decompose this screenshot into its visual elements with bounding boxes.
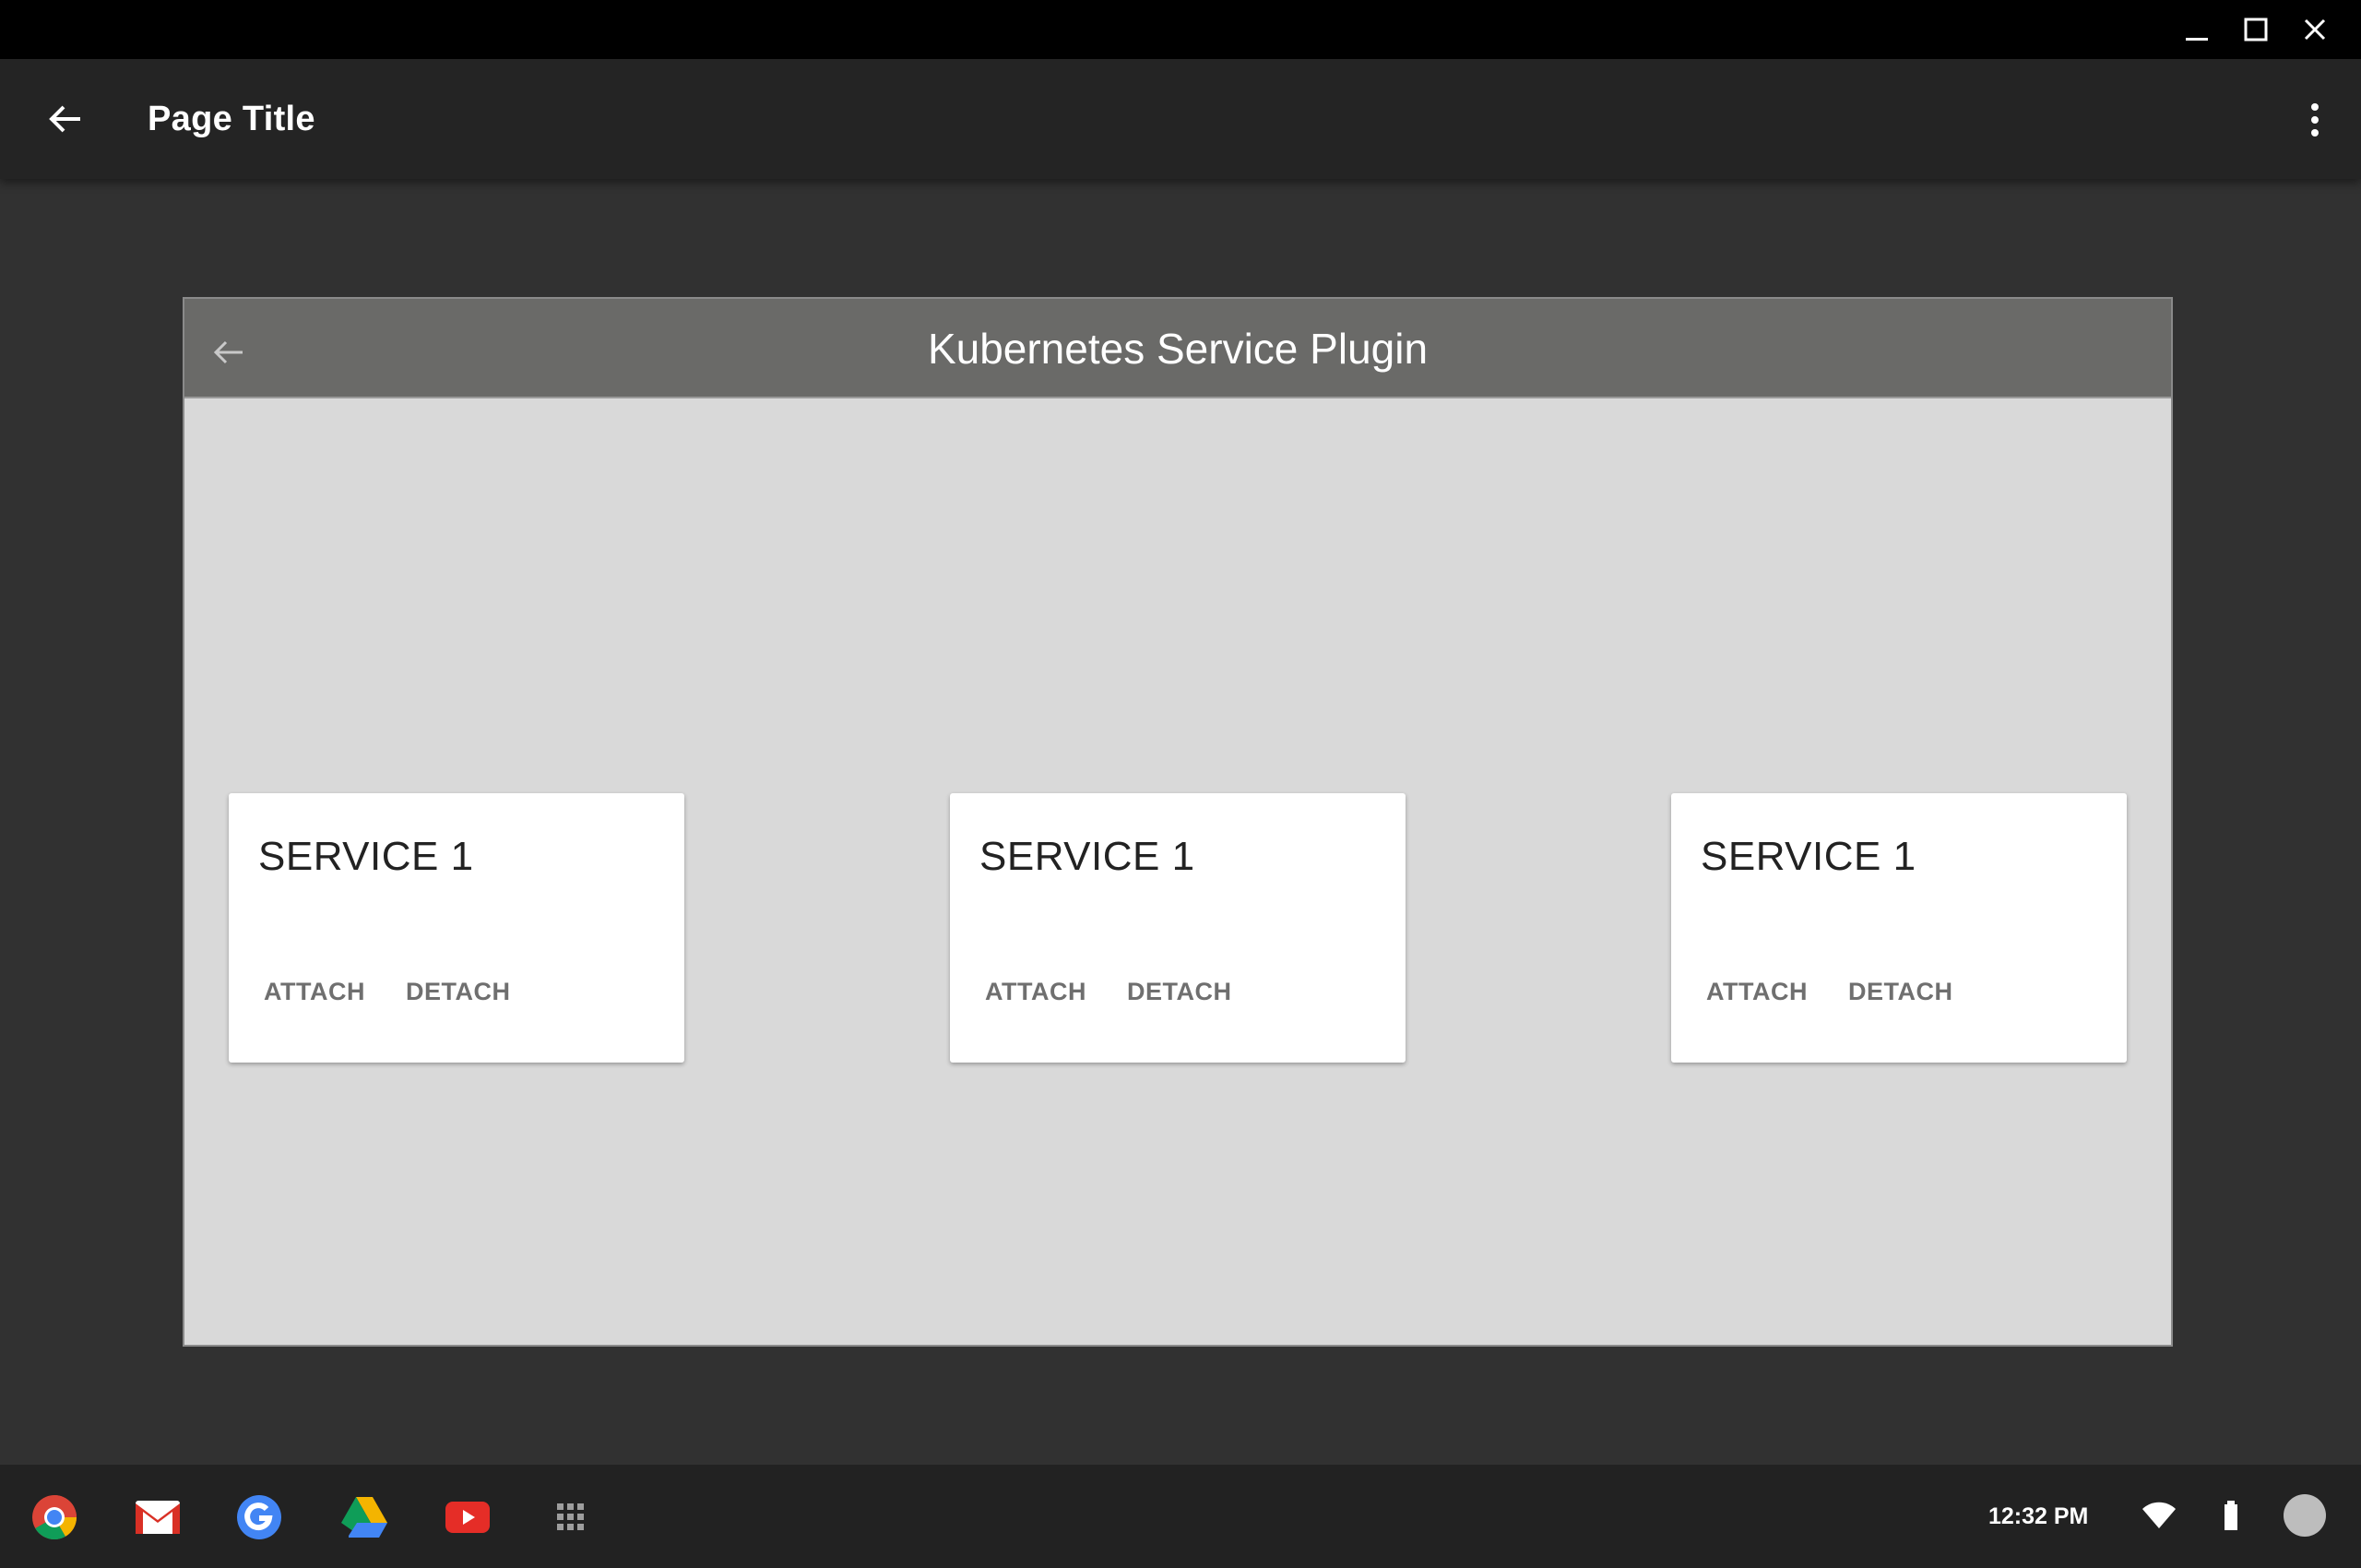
shelf: 12:32 PM <box>0 1465 2361 1568</box>
page-title: Page Title <box>148 100 315 138</box>
more-options-button[interactable] <box>2296 100 2333 140</box>
attach-button[interactable]: ATTACH <box>985 978 1086 1006</box>
detach-button[interactable]: DETACH <box>406 978 511 1006</box>
detach-button[interactable]: DETACH <box>1848 978 1953 1006</box>
app-launcher-icon <box>557 1503 584 1530</box>
close-icon <box>2304 18 2326 41</box>
panel-title: Kubernetes Service Plugin <box>927 325 1429 373</box>
avatar-icon <box>2284 1494 2326 1537</box>
wifi-icon <box>2142 1502 2176 1528</box>
attach-button[interactable]: ATTACH <box>1706 978 1808 1006</box>
battery-icon <box>2225 1501 2237 1530</box>
service-card-title: SERVICE 1 <box>1701 834 1916 879</box>
service-card: SERVICE 1 ATTACH DETACH <box>229 793 684 1063</box>
service-card: SERVICE 1 ATTACH DETACH <box>1671 793 2127 1063</box>
minimize-icon <box>2186 38 2208 41</box>
more-vert-icon <box>2311 103 2319 137</box>
shelf-app-launcher[interactable] <box>546 1492 596 1542</box>
shelf-app-gmail[interactable] <box>133 1492 183 1542</box>
chrome-icon <box>32 1495 77 1540</box>
gmail-icon <box>136 1501 180 1534</box>
attach-button[interactable]: ATTACH <box>264 978 365 1006</box>
wifi-status[interactable] <box>2136 1492 2182 1538</box>
plugin-panel: Kubernetes Service Plugin SERVICE 1 ATTA… <box>183 297 2173 1347</box>
system-clock[interactable]: 12:32 PM <box>1988 1503 2088 1530</box>
shelf-app-chrome[interactable] <box>30 1492 79 1542</box>
battery-status[interactable] <box>2208 1492 2254 1538</box>
service-card: SERVICE 1 ATTACH DETACH <box>950 793 1406 1063</box>
drive-icon <box>341 1497 387 1538</box>
maximize-icon <box>2244 18 2268 42</box>
minimize-button[interactable] <box>2180 13 2213 46</box>
arrow-back-icon <box>49 105 80 133</box>
user-avatar[interactable] <box>2282 1492 2328 1538</box>
google-icon <box>237 1495 281 1539</box>
maximize-button[interactable] <box>2239 13 2272 46</box>
shelf-app-youtube[interactable] <box>443 1492 492 1542</box>
detach-button[interactable]: DETACH <box>1127 978 1232 1006</box>
shelf-app-drive[interactable] <box>339 1492 389 1542</box>
youtube-icon <box>445 1502 490 1533</box>
back-button[interactable] <box>42 98 89 140</box>
app-bar: Page Title <box>0 59 2361 179</box>
shelf-app-google[interactable] <box>234 1492 284 1542</box>
panel-header: Kubernetes Service Plugin <box>184 299 2171 398</box>
service-card-title: SERVICE 1 <box>979 834 1195 879</box>
window-titlebar <box>0 0 2361 59</box>
close-window-button[interactable] <box>2298 13 2331 46</box>
service-card-title: SERVICE 1 <box>258 834 474 879</box>
